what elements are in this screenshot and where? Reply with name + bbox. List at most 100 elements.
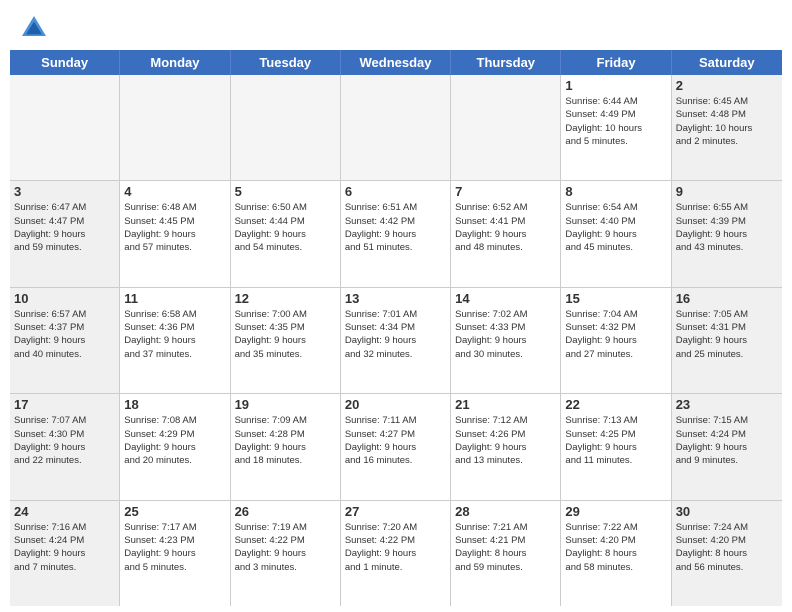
day-number: 5 (235, 184, 336, 199)
day-info: Sunrise: 7:20 AM Sunset: 4:22 PM Dayligh… (345, 521, 446, 574)
calendar-cell-2-2: 12Sunrise: 7:00 AM Sunset: 4:35 PM Dayli… (231, 288, 341, 393)
day-number: 22 (565, 397, 666, 412)
day-info: Sunrise: 7:07 AM Sunset: 4:30 PM Dayligh… (14, 414, 115, 467)
day-number: 7 (455, 184, 556, 199)
calendar-cell-1-3: 6 Sunrise: 6:51 AM Sunset: 4:42 PM Daylig… (341, 181, 451, 286)
calendar-cell-0-5: 1Sunrise: 6:44 AM Sunset: 4:49 PM Daylig… (561, 75, 671, 180)
day-number: 4 (124, 184, 225, 199)
calendar-cell-1-1: 4 Sunrise: 6:48 AM Sunset: 4:45 PM Daylig… (120, 181, 230, 286)
calendar-cell-0-3 (341, 75, 451, 180)
calendar-cell-2-0: 10 Sunrise: 6:57 AM Sunset: 4:37 PM Dayli… (10, 288, 120, 393)
calendar-cell-1-0: 3 Sunrise: 6:47 AM Sunset: 4:47 PM Daylig… (10, 181, 120, 286)
day-info: Sunrise: 7:16 AM Sunset: 4:24 PM Dayligh… (14, 521, 115, 574)
day-info: Sunrise: 7:17 AM Sunset: 4:23 PM Dayligh… (124, 521, 225, 574)
day-info: Sunrise: 6:47 AM Sunset: 4:47 PM Dayligh… (14, 201, 115, 254)
day-info: Sunrise: 7:09 AM Sunset: 4:28 PM Dayligh… (235, 414, 336, 467)
day-number: 21 (455, 397, 556, 412)
calendar-cell-4-3: 27 Sunrise: 7:20 AM Sunset: 4:22 PM Dayli… (341, 501, 451, 606)
weekday-header-sunday: Sunday (10, 50, 120, 75)
day-number: 28 (455, 504, 556, 519)
day-info: Sunrise: 7:13 AM Sunset: 4:25 PM Dayligh… (565, 414, 666, 467)
day-info: Sunrise: 7:01 AM Sunset: 4:34 PM Dayligh… (345, 308, 446, 361)
calendar-cell-1-2: 5 Sunrise: 6:50 AM Sunset: 4:44 PM Daylig… (231, 181, 341, 286)
calendar-cell-3-2: 19 Sunrise: 7:09 AM Sunset: 4:28 PM Dayli… (231, 394, 341, 499)
day-number: 17 (14, 397, 115, 412)
calendar-header: SundayMondayTuesdayWednesdayThursdayFrid… (10, 50, 782, 75)
day-info: Sunrise: 7:21 AM Sunset: 4:21 PM Dayligh… (455, 521, 556, 574)
day-number: 12 (235, 291, 336, 306)
day-info: Sunrise: 7:11 AM Sunset: 4:27 PM Dayligh… (345, 414, 446, 467)
calendar-cell-3-3: 20 Sunrise: 7:11 AM Sunset: 4:27 PM Dayli… (341, 394, 451, 499)
day-number: 26 (235, 504, 336, 519)
day-number: 23 (676, 397, 778, 412)
weekday-header-tuesday: Tuesday (231, 50, 341, 75)
calendar-row-3: 17 Sunrise: 7:07 AM Sunset: 4:30 PM Dayli… (10, 394, 782, 500)
day-info: Sunrise: 6:45 AM Sunset: 4:48 PM Dayligh… (676, 95, 778, 148)
calendar-cell-3-6: 23 Sunrise: 7:15 AM Sunset: 4:24 PM Dayli… (672, 394, 782, 499)
day-info: Sunrise: 7:15 AM Sunset: 4:24 PM Dayligh… (676, 414, 778, 467)
day-number: 1 (565, 78, 666, 93)
day-info: Sunrise: 6:57 AM Sunset: 4:37 PM Dayligh… (14, 308, 115, 361)
day-info: Sunrise: 7:12 AM Sunset: 4:26 PM Dayligh… (455, 414, 556, 467)
day-info: Sunrise: 7:08 AM Sunset: 4:29 PM Dayligh… (124, 414, 225, 467)
day-number: 30 (676, 504, 778, 519)
calendar-cell-4-6: 30Sunrise: 7:24 AM Sunset: 4:20 PM Dayli… (672, 501, 782, 606)
calendar-cell-2-4: 14 Sunrise: 7:02 AM Sunset: 4:33 PM Dayli… (451, 288, 561, 393)
day-info: Sunrise: 6:55 AM Sunset: 4:39 PM Dayligh… (676, 201, 778, 254)
calendar-cell-3-5: 22 Sunrise: 7:13 AM Sunset: 4:25 PM Dayli… (561, 394, 671, 499)
day-number: 25 (124, 504, 225, 519)
calendar-cell-3-4: 21 Sunrise: 7:12 AM Sunset: 4:26 PM Dayli… (451, 394, 561, 499)
weekday-header-friday: Friday (561, 50, 671, 75)
day-number: 8 (565, 184, 666, 199)
day-info: Sunrise: 7:04 AM Sunset: 4:32 PM Dayligh… (565, 308, 666, 361)
weekday-header-thursday: Thursday (451, 50, 561, 75)
page: SundayMondayTuesdayWednesdayThursdayFrid… (0, 0, 792, 612)
header (0, 0, 792, 50)
day-info: Sunrise: 6:58 AM Sunset: 4:36 PM Dayligh… (124, 308, 225, 361)
calendar-cell-4-0: 24 Sunrise: 7:16 AM Sunset: 4:24 PM Dayli… (10, 501, 120, 606)
calendar-cell-3-1: 18Sunrise: 7:08 AM Sunset: 4:29 PM Dayli… (120, 394, 230, 499)
day-number: 20 (345, 397, 446, 412)
day-info: Sunrise: 6:50 AM Sunset: 4:44 PM Dayligh… (235, 201, 336, 254)
calendar-cell-0-2 (231, 75, 341, 180)
calendar-cell-0-4 (451, 75, 561, 180)
day-number: 10 (14, 291, 115, 306)
calendar-row-2: 10 Sunrise: 6:57 AM Sunset: 4:37 PM Dayli… (10, 288, 782, 394)
day-number: 27 (345, 504, 446, 519)
calendar-cell-0-0 (10, 75, 120, 180)
calendar-cell-4-4: 28 Sunrise: 7:21 AM Sunset: 4:21 PM Dayli… (451, 501, 561, 606)
day-number: 6 (345, 184, 446, 199)
calendar-cell-1-6: 9 Sunrise: 6:55 AM Sunset: 4:39 PM Daylig… (672, 181, 782, 286)
logo-icon (18, 12, 50, 44)
calendar-row-0: 1Sunrise: 6:44 AM Sunset: 4:49 PM Daylig… (10, 75, 782, 181)
day-info: Sunrise: 6:52 AM Sunset: 4:41 PM Dayligh… (455, 201, 556, 254)
day-info: Sunrise: 6:54 AM Sunset: 4:40 PM Dayligh… (565, 201, 666, 254)
calendar-cell-2-6: 16 Sunrise: 7:05 AM Sunset: 4:31 PM Dayli… (672, 288, 782, 393)
day-number: 24 (14, 504, 115, 519)
calendar-cell-2-5: 15 Sunrise: 7:04 AM Sunset: 4:32 PM Dayli… (561, 288, 671, 393)
day-info: Sunrise: 7:05 AM Sunset: 4:31 PM Dayligh… (676, 308, 778, 361)
day-info: Sunrise: 7:19 AM Sunset: 4:22 PM Dayligh… (235, 521, 336, 574)
day-number: 3 (14, 184, 115, 199)
day-info: Sunrise: 6:51 AM Sunset: 4:42 PM Dayligh… (345, 201, 446, 254)
calendar-cell-2-1: 11 Sunrise: 6:58 AM Sunset: 4:36 PM Dayli… (120, 288, 230, 393)
day-number: 14 (455, 291, 556, 306)
calendar-cell-4-5: 29Sunrise: 7:22 AM Sunset: 4:20 PM Dayli… (561, 501, 671, 606)
calendar-cell-3-0: 17 Sunrise: 7:07 AM Sunset: 4:30 PM Dayli… (10, 394, 120, 499)
weekday-header-monday: Monday (120, 50, 230, 75)
calendar: SundayMondayTuesdayWednesdayThursdayFrid… (0, 50, 792, 612)
day-number: 9 (676, 184, 778, 199)
day-number: 16 (676, 291, 778, 306)
weekday-header-wednesday: Wednesday (341, 50, 451, 75)
day-number: 13 (345, 291, 446, 306)
day-number: 19 (235, 397, 336, 412)
day-info: Sunrise: 7:02 AM Sunset: 4:33 PM Dayligh… (455, 308, 556, 361)
calendar-cell-4-1: 25 Sunrise: 7:17 AM Sunset: 4:23 PM Dayli… (120, 501, 230, 606)
day-number: 15 (565, 291, 666, 306)
calendar-cell-1-4: 7 Sunrise: 6:52 AM Sunset: 4:41 PM Daylig… (451, 181, 561, 286)
calendar-row-4: 24 Sunrise: 7:16 AM Sunset: 4:24 PM Dayli… (10, 501, 782, 606)
day-number: 11 (124, 291, 225, 306)
calendar-body: 1Sunrise: 6:44 AM Sunset: 4:49 PM Daylig… (10, 75, 782, 606)
calendar-cell-2-3: 13 Sunrise: 7:01 AM Sunset: 4:34 PM Dayli… (341, 288, 451, 393)
day-info: Sunrise: 6:48 AM Sunset: 4:45 PM Dayligh… (124, 201, 225, 254)
